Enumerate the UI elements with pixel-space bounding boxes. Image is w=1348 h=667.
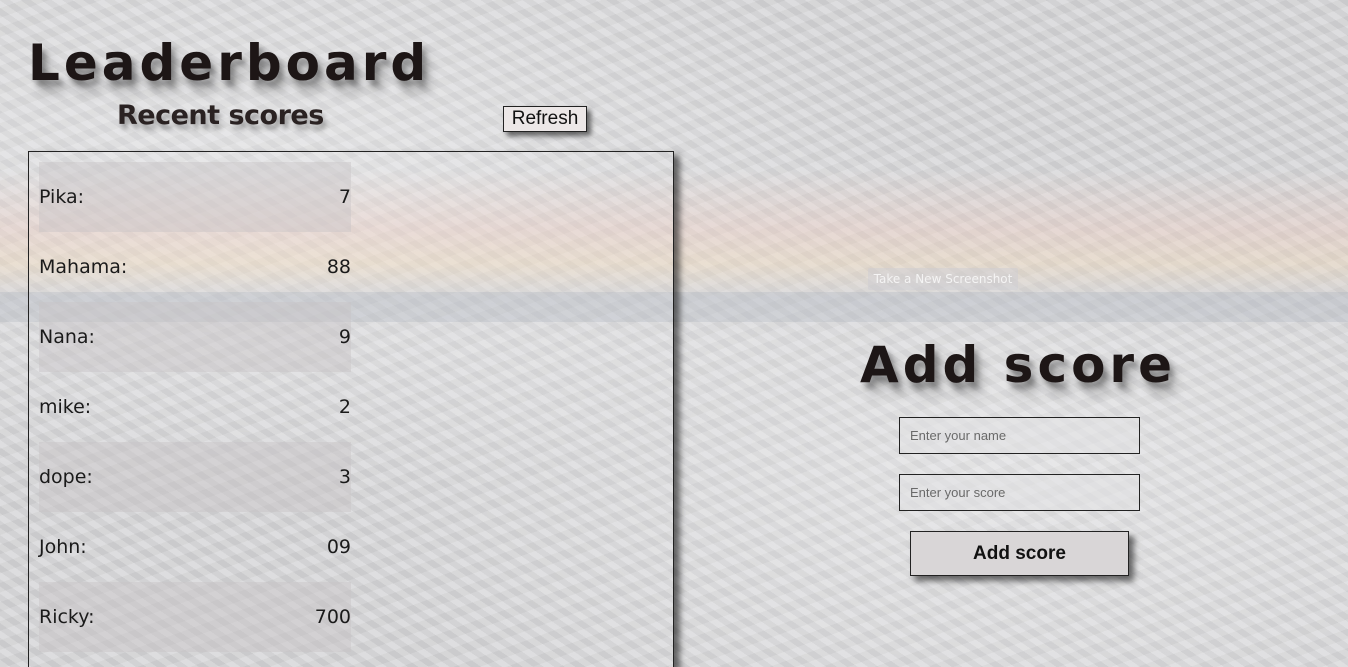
player-score: 09 xyxy=(326,536,351,558)
add-score-heading: Add score xyxy=(860,336,1177,394)
refresh-button[interactable]: Refresh xyxy=(503,106,587,132)
score-row: mike: 2 xyxy=(39,372,351,442)
player-score: 88 xyxy=(326,256,351,278)
add-score-button[interactable]: Add score xyxy=(910,531,1129,576)
page-title: Leaderboard xyxy=(28,34,431,92)
score-row: John: 09 xyxy=(39,512,351,582)
score-row: Pika: 7 xyxy=(39,162,351,232)
score-list: Pika: 7 Mahama: 88 Nana: 9 mike: 2 dope:… xyxy=(39,162,351,652)
player-name: Mahama: xyxy=(39,256,128,278)
player-score: 700 xyxy=(314,606,351,628)
player-name: John: xyxy=(39,536,87,558)
player-name: Ricky: xyxy=(39,606,95,628)
name-input[interactable] xyxy=(899,417,1140,454)
player-score: 9 xyxy=(338,326,351,348)
take-new-screenshot-button[interactable]: Take a New Screenshot xyxy=(868,268,1018,290)
player-score: 3 xyxy=(338,466,351,488)
score-row: dope: 3 xyxy=(39,442,351,512)
player-score: 7 xyxy=(338,186,351,208)
score-row: Nana: 9 xyxy=(39,302,351,372)
recent-scores-heading: Recent scores xyxy=(117,100,324,131)
player-name: Pika: xyxy=(39,186,85,208)
score-row: Mahama: 88 xyxy=(39,232,351,302)
player-name: mike: xyxy=(39,396,92,418)
player-name: dope: xyxy=(39,466,93,488)
score-row: Ricky: 700 xyxy=(39,582,351,652)
player-name: Nana: xyxy=(39,326,95,348)
player-score: 2 xyxy=(338,396,351,418)
scores-panel: Pika: 7 Mahama: 88 Nana: 9 mike: 2 dope:… xyxy=(28,151,674,667)
score-input[interactable] xyxy=(899,474,1140,511)
